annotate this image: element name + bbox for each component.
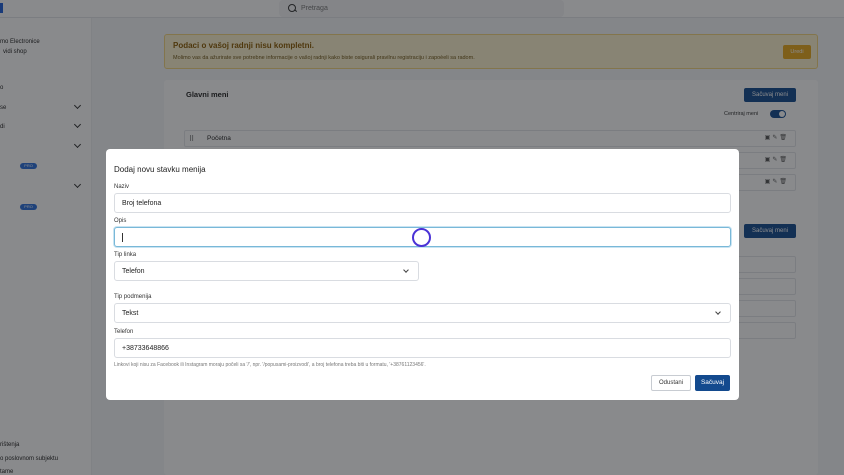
link-type-select[interactable]: Telefon [114, 261, 419, 281]
submenu-type-label: Tip podmenija [114, 294, 152, 300]
link-type-value: Telefon [122, 267, 145, 275]
submenu-type-select[interactable]: Tekst [114, 303, 731, 323]
phone-input[interactable]: +38733648866 [114, 338, 731, 358]
chevron-down-icon [403, 267, 409, 273]
phone-input-value: +38733648866 [122, 344, 169, 352]
modal-title: Dodaj novu stavku menija [114, 165, 206, 174]
chevron-down-icon [715, 309, 721, 315]
cancel-button[interactable]: Odustani [651, 375, 691, 391]
link-type-label: Tip linka [114, 252, 137, 258]
text-caret [122, 232, 123, 242]
name-label: Naziv [114, 184, 130, 190]
submenu-type-value: Tekst [122, 309, 139, 317]
save-button[interactable]: Sačuvaj [695, 375, 730, 391]
mouse-cursor-indicator [412, 228, 431, 247]
link-format-hint: Linkovi koji nisu za Facebook ili Instag… [114, 362, 426, 368]
description-label: Opis [114, 218, 127, 224]
add-menu-item-modal: Dodaj novu stavku menija Naziv Broj tele… [106, 149, 739, 400]
phone-label: Telefon [114, 329, 134, 335]
name-input-value: Broj telefona [122, 199, 162, 207]
name-input[interactable]: Broj telefona [114, 193, 731, 213]
